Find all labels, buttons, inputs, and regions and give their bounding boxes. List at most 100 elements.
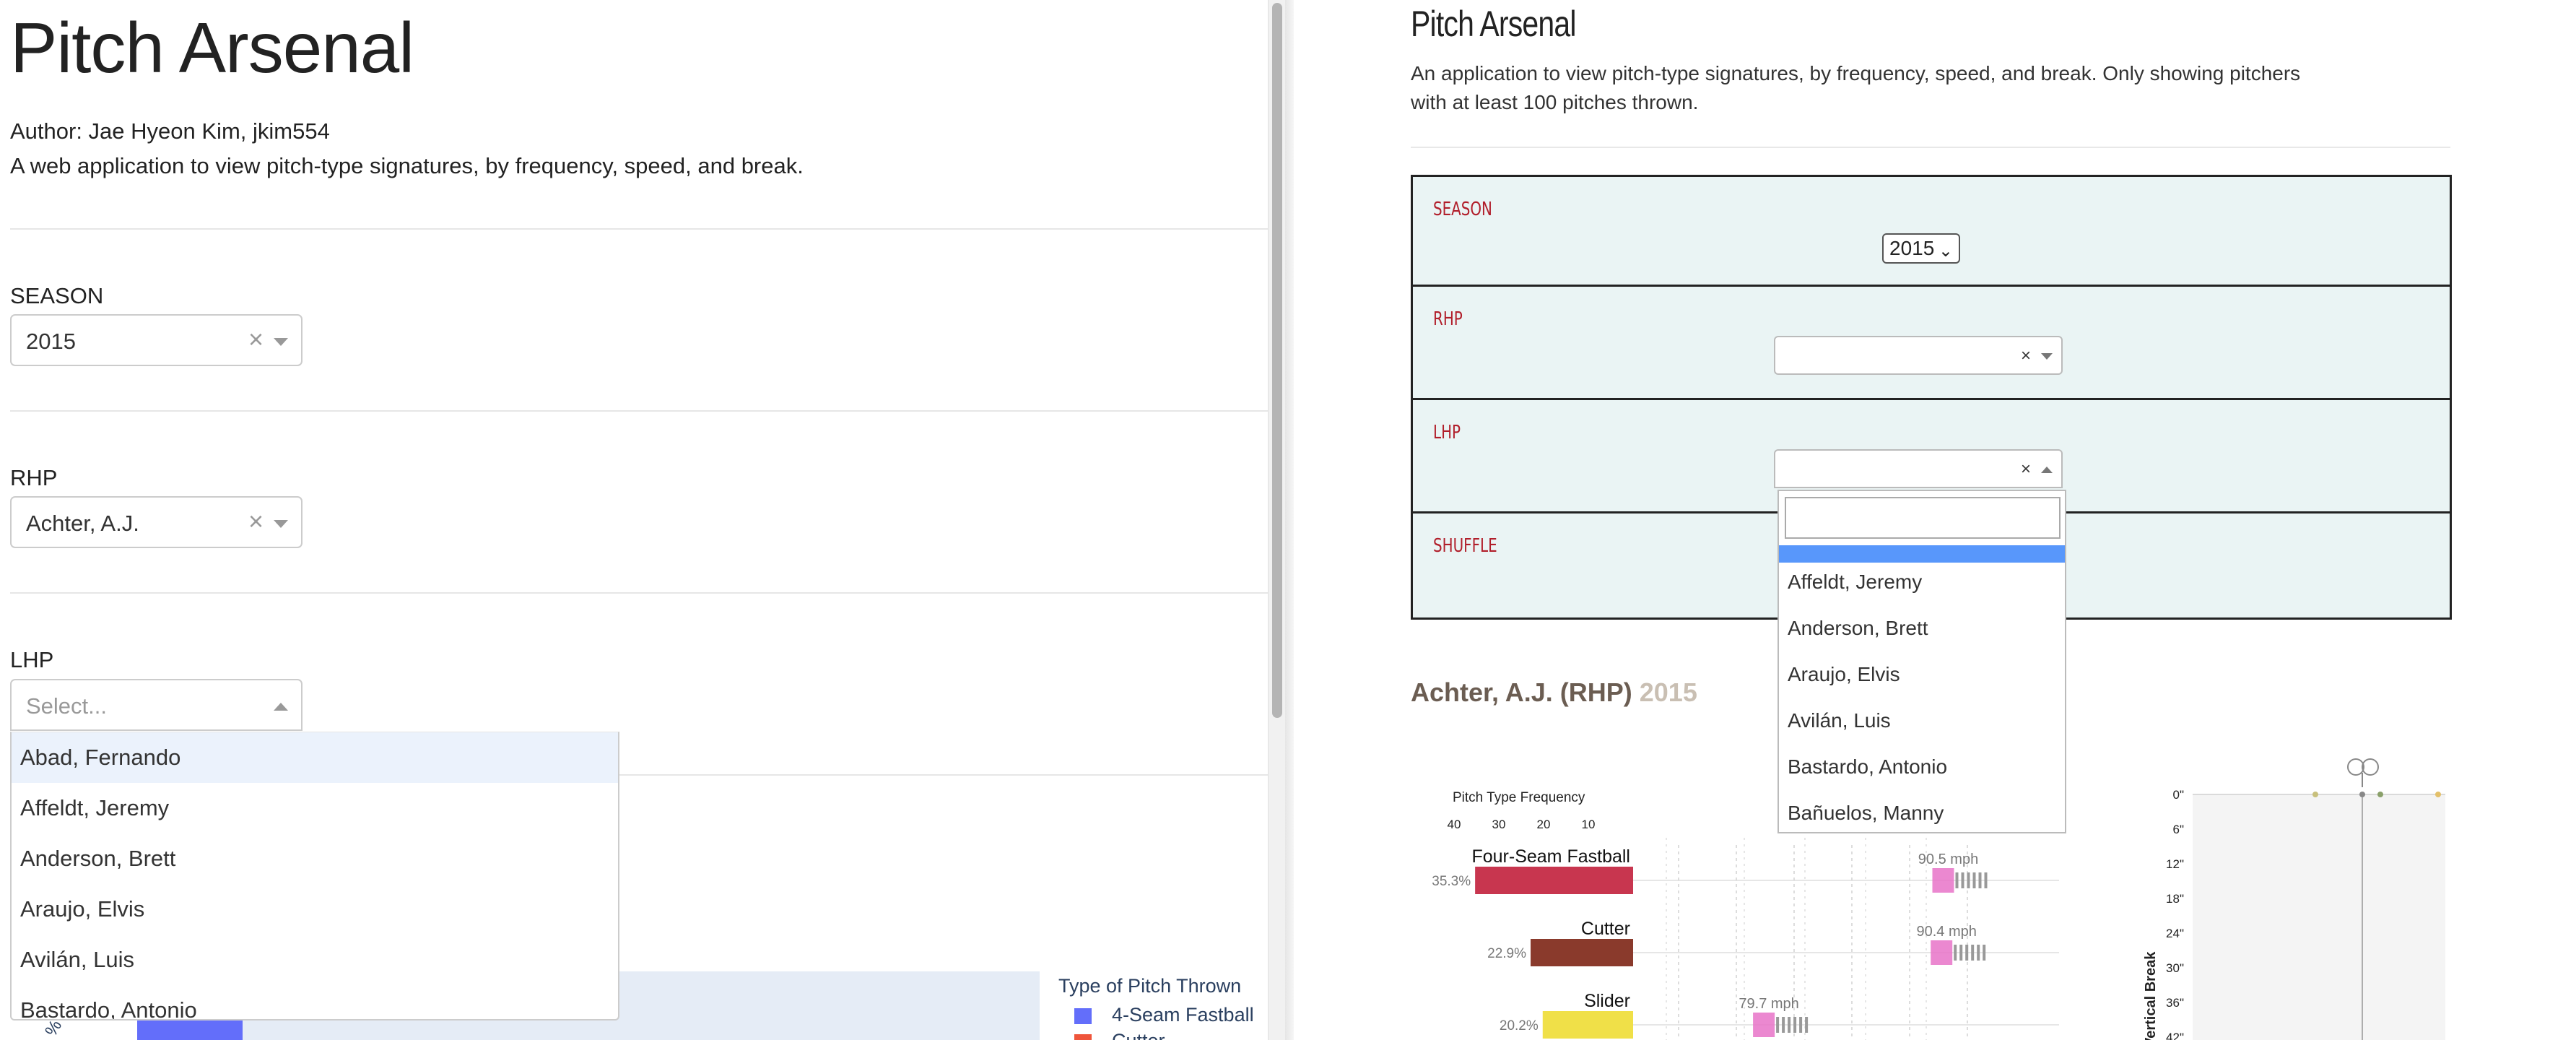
freq-tick-label: 20 — [1537, 818, 1551, 831]
lhp-label: LHP — [1433, 422, 1461, 443]
lhp-label: LHP — [10, 647, 54, 672]
speed-tick — [1965, 945, 1969, 961]
chevron-down-icon[interactable] — [2041, 353, 2053, 360]
lhp-option[interactable]: Bañuelos, Manny — [1788, 802, 1944, 825]
pitch-type-label: Slider — [1584, 991, 1630, 1011]
lhp-option[interactable]: Avilán, Luis — [1788, 709, 1891, 732]
break-tick-label: 42" — [2166, 1031, 2184, 1040]
speed-tick — [1782, 1017, 1785, 1033]
speed-tick — [1959, 945, 1963, 961]
divider — [10, 410, 1271, 412]
speed-tick — [1977, 945, 1980, 961]
lhp-option[interactable]: Bastardo, Antonio — [1788, 755, 1947, 779]
speed-tick — [1788, 1017, 1791, 1033]
lhp-option[interactable]: Abad, Fernando — [12, 732, 618, 783]
frequency-bar[interactable] — [1531, 939, 1633, 966]
app-description: A web application to view pitch-type sig… — [10, 153, 804, 178]
legend-swatch — [1074, 1008, 1092, 1024]
speed-tick — [1954, 945, 1957, 961]
page-title: Pitch Arsenal — [1411, 4, 1576, 44]
break-tick-label: 36" — [2166, 996, 2184, 1010]
chevron-up-icon[interactable] — [2041, 467, 2053, 473]
speed-tick — [1971, 945, 1975, 961]
batter-icon — [2362, 758, 2379, 776]
clear-icon[interactable]: × — [248, 324, 264, 355]
break-marker[interactable] — [2312, 792, 2318, 797]
speed-tick — [1972, 872, 1976, 888]
break-marker[interactable] — [2377, 792, 2383, 797]
legend-item[interactable]: Cutter — [1112, 1030, 1165, 1040]
chevron-up-icon[interactable] — [274, 703, 288, 711]
pitch-type-label: Cutter — [1581, 919, 1630, 939]
highlighted-option[interactable] — [1779, 545, 2065, 563]
freq-tick-label: 40 — [1448, 818, 1461, 831]
break-marker[interactable] — [2359, 792, 2365, 797]
chevron-down-icon: ⌄ — [1938, 241, 1953, 261]
season-select[interactable]: 2015 ⌄ — [1882, 233, 1960, 264]
pitcher-heading: Achter, A.J. (RHP) 2015 — [1411, 677, 1697, 708]
season-select[interactable]: 2015 × — [10, 314, 303, 366]
season-label: SEASON — [10, 283, 104, 308]
batter-icon — [2347, 758, 2364, 776]
freq-tick-label: 10 — [1582, 818, 1596, 831]
speed-tick — [1978, 872, 1982, 888]
frequency-value: 20.2% — [1500, 1018, 1539, 1034]
speed-distribution[interactable] — [1931, 940, 1953, 965]
frequency-bar[interactable] — [1542, 1011, 1633, 1039]
rhp-select-value: Achter, A.J. — [26, 511, 139, 536]
pitch-type-label: Four-Seam Fastball — [1471, 846, 1630, 867]
lhp-select[interactable]: Select... — [10, 679, 303, 731]
speed-label: 90.5 mph — [1918, 852, 1978, 867]
season-label: SEASON — [1433, 199, 1492, 220]
lhp-select[interactable]: × — [1774, 449, 2063, 488]
break-marker[interactable] — [2435, 792, 2441, 797]
lhp-dropdown-menu[interactable]: Affeldt, Jeremy Anderson, Brett Araujo, El… — [1777, 490, 2066, 833]
lhp-option[interactable]: Avilán, Luis — [12, 935, 618, 985]
freq-tick-label: 30 — [1492, 818, 1506, 831]
shuffle-label[interactable]: SHUFFLE — [1433, 535, 1497, 557]
season-select-value: 2015 — [26, 329, 76, 354]
rhp-label: RHP — [1433, 308, 1463, 330]
lhp-option[interactable]: Anderson, Brett — [12, 833, 618, 884]
dropdown-search-input[interactable] — [1785, 497, 2061, 539]
lhp-option[interactable]: Anderson, Brett — [1788, 617, 1928, 640]
lhp-option[interactable]: Affeldt, Jeremy — [12, 783, 618, 833]
break-axis-label: Vertical Break — [2143, 951, 2159, 1040]
clear-icon[interactable]: × — [248, 506, 264, 537]
speed-tick — [1961, 872, 1964, 888]
lhp-dropdown-menu[interactable]: Abad, Fernando Affeldt, Jeremy Anderson,… — [10, 732, 619, 1020]
speed-tick — [1967, 872, 1970, 888]
lhp-option[interactable]: Bastardo, Antonio — [12, 985, 618, 1019]
frequency-bar[interactable] — [1475, 867, 1633, 894]
left-app-panel: Pitch Arsenal Author: Jae Hyeon Kim, jki… — [0, 0, 1285, 1040]
lhp-option[interactable]: Araujo, Elvis — [12, 884, 618, 935]
speed-tick — [1776, 1017, 1780, 1033]
frequency-value: 22.9% — [1487, 946, 1526, 961]
scrollbar-thumb[interactable] — [1272, 3, 1282, 718]
speed-distribution[interactable] — [1932, 868, 1954, 893]
rhp-row: RHP × — [1413, 287, 2450, 400]
speed-tick — [1984, 872, 1988, 888]
legend-title: Type of Pitch Thrown — [1058, 975, 1242, 997]
speed-label: 79.7 mph — [1739, 996, 1798, 1012]
speed-tick — [1983, 945, 1986, 961]
season-select-value: 2015 — [1889, 237, 1935, 259]
break-tick-label: 30" — [2166, 961, 2184, 975]
author-line: Author: Jae Hyeon Kim, jkim554 — [10, 118, 330, 144]
divider — [1411, 147, 2450, 148]
rhp-select[interactable]: × — [1774, 336, 2063, 375]
lhp-option[interactable]: Araujo, Elvis — [1788, 663, 1900, 686]
season-row: SEASON 2015 ⌄ — [1413, 177, 2450, 287]
lhp-option[interactable]: Affeldt, Jeremy — [1788, 571, 1922, 594]
break-plot-area — [2193, 794, 2445, 1040]
speed-distribution[interactable] — [1753, 1013, 1775, 1037]
scrollbar[interactable] — [1268, 0, 1285, 1040]
clear-icon[interactable]: × — [2021, 346, 2031, 366]
chevron-down-icon[interactable] — [274, 338, 288, 346]
chevron-down-icon[interactable] — [274, 520, 288, 528]
rhp-select[interactable]: Achter, A.J. × — [10, 496, 303, 548]
speed-tick — [1799, 1017, 1803, 1033]
clear-icon[interactable]: × — [2021, 459, 2031, 480]
legend-item[interactable]: 4-Seam Fastball — [1112, 1004, 1254, 1026]
lhp-select-placeholder: Select... — [26, 693, 107, 719]
